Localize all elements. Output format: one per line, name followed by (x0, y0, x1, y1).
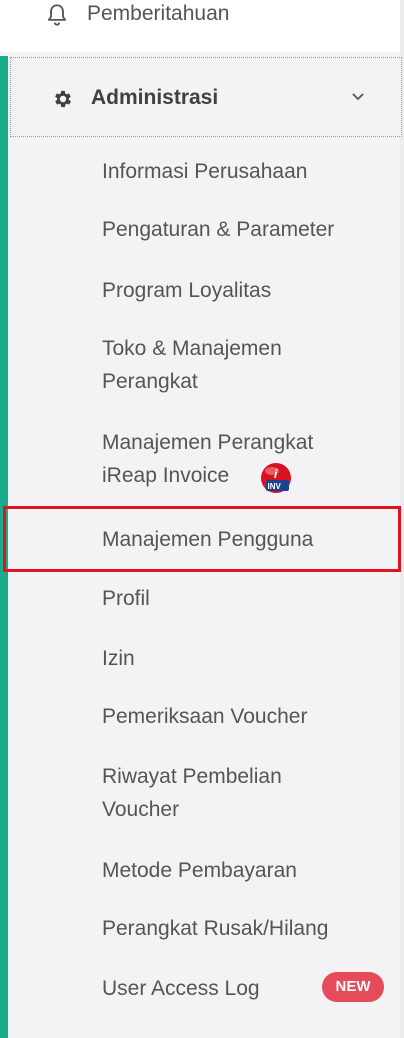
sidebar-item-label: Program Loyalitas (102, 279, 272, 302)
sidebar-item-label: Izin (102, 647, 135, 670)
sidebar-item-label-line2: Voucher (102, 798, 180, 821)
sidebar-item-toko-manajemen-perangkat[interactable]: Toko & Manajemen Perangkat (102, 332, 282, 398)
highlight-box (3, 506, 401, 572)
sidebar-item-label: Pengaturan & Parameter (102, 218, 335, 241)
sidebar-item-label: Manajemen Perangkat (102, 431, 314, 454)
ireap-invoice-icon: i INV (261, 463, 291, 493)
sidebar-item-label: Perangkat Rusak/Hilang (102, 917, 329, 940)
sidebar-item-izin[interactable]: Izin (102, 642, 135, 675)
bell-icon (47, 4, 67, 26)
sidebar-item-label: Profil (102, 587, 150, 610)
sidebar-item-metode-pembayaran[interactable]: Metode Pembayaran (102, 854, 297, 887)
sidebar-item-label: Metode Pembayaran (102, 859, 297, 882)
sidebar-item-label: User Access Log (102, 977, 260, 1000)
sidebar-item-perangkat-rusak-hilang[interactable]: Perangkat Rusak/Hilang (102, 912, 328, 945)
sidebar-item-label: Toko & Manajemen (102, 337, 282, 360)
sidebar-item-label: Riwayat Pembelian (102, 765, 282, 788)
new-badge: NEW (322, 972, 384, 1002)
gear-icon (55, 90, 71, 108)
chevron-down-icon[interactable] (350, 91, 366, 103)
sidebar-item-pemberitahuan[interactable]: Pemberitahuan (0, 0, 404, 52)
sidebar-item-riwayat-pembelian-voucher[interactable]: Riwayat Pembelian Voucher (102, 760, 282, 826)
sidebar-item-program-loyalitas[interactable]: Program Loyalitas (102, 274, 271, 307)
sidebar-item-label-line2: Perangkat (102, 370, 198, 393)
sidebar-item-pemeriksaan-voucher[interactable]: Pemeriksaan Voucher (102, 700, 307, 733)
sidebar-item-profil[interactable]: Profil (102, 582, 150, 615)
sidebar-item-pengaturan-parameter[interactable]: Pengaturan & Parameter (102, 213, 334, 246)
sidebar-item-label: Informasi Perusahaan (102, 160, 308, 183)
sidebar-group-title: Administrasi (91, 86, 219, 109)
sidebar-item-informasi-perusahaan[interactable]: Informasi Perusahaan (102, 155, 307, 188)
badge-text: INV (268, 482, 282, 491)
sidebar-item-label: Pemberitahuan (87, 2, 230, 25)
sidebar-group-administrasi[interactable]: Administrasi (10, 57, 402, 137)
sidebar-item-label: Pemeriksaan Voucher (102, 705, 308, 728)
sidebar-item-user-access-log[interactable]: User Access Log (102, 972, 260, 1005)
